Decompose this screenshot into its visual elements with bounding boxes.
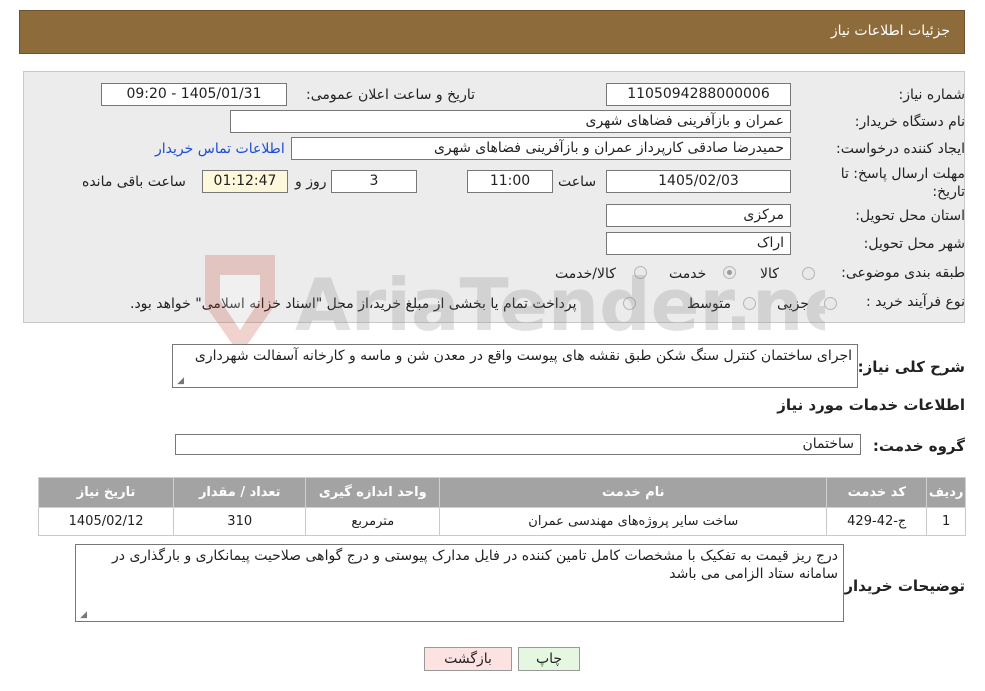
province-field[interactable]: مرکزی: [606, 204, 791, 227]
category-option-goods-label: کالا: [760, 266, 779, 282]
page-title: جزئیات اطلاعات نیاز: [830, 23, 950, 39]
print-button[interactable]: چاپ: [518, 647, 580, 671]
category-option-service-label: خدمت: [669, 266, 707, 282]
col-header-service-name: نام خدمت: [439, 477, 828, 508]
cell-service-name: ساخت سایر پروژه‌های مهندسی عمران: [439, 507, 828, 536]
category-option-goods-radio[interactable]: [802, 267, 815, 280]
remaining-time-label: ساعت باقی مانده: [82, 174, 186, 190]
col-header-unit: واحد اندازه گیری: [305, 477, 441, 508]
purchase-option-small-label: جزیی: [777, 296, 809, 312]
col-header-row-number: ردیف: [926, 477, 966, 508]
purchase-option-small-radio[interactable]: [824, 297, 837, 310]
back-button[interactable]: بازگشت: [424, 647, 512, 671]
services-table: ردیف کد خدمت نام خدمت واحد اندازه گیری ت…: [37, 477, 966, 536]
creator-label: ایجاد کننده درخواست:: [836, 141, 965, 157]
cell-quantity: 310: [173, 507, 307, 536]
city-field[interactable]: اراک: [606, 232, 791, 255]
category-option-both-label: کالا/خدمت: [555, 266, 616, 282]
buyer-notes-text: درج ریز قیمت به تفکیک با مشخصات کامل تام…: [112, 548, 838, 582]
purchase-note: پرداخت تمام یا بخشی از مبلغ خرید،از محل …: [130, 296, 577, 312]
col-header-need-date: تاریخ نیاز: [37, 477, 175, 508]
category-label: طبقه بندی موضوعی:: [841, 265, 965, 281]
summary-textarea[interactable]: اجرای ساختمان کنترل سنگ شکن طبق نقشه های…: [172, 344, 858, 388]
cell-need-date: 1405/02/12: [37, 507, 175, 536]
buyer-notes-textarea[interactable]: درج ریز قیمت به تفکیک با مشخصات کامل تام…: [75, 544, 844, 622]
service-group-field[interactable]: ساختمان: [175, 434, 861, 455]
days-label: روز و: [295, 174, 327, 190]
page-header: جزئیات اطلاعات نیاز: [19, 10, 965, 54]
cell-service-code: ج-42-429: [826, 507, 928, 536]
category-option-service-radio[interactable]: [723, 266, 736, 279]
purchase-type-label: نوع فرآیند خرید :: [866, 294, 965, 310]
col-header-quantity: تعداد / مقدار: [173, 477, 307, 508]
resize-handle-icon[interactable]: ◢: [175, 377, 184, 386]
days-field[interactable]: 3: [331, 170, 417, 193]
resize-handle-icon[interactable]: ◢: [78, 611, 87, 620]
need-number-label: شماره نیاز:: [898, 87, 966, 103]
buyer-notes-label: توضیحات خریدار:: [838, 577, 965, 595]
table-row[interactable]: 1 ج-42-429 ساخت سایر پروژه‌های مهندسی عم…: [37, 507, 966, 536]
deadline-time-field[interactable]: 11:00: [467, 170, 553, 193]
cell-row-number: 1: [926, 507, 966, 536]
cell-unit: مترمربع: [305, 507, 441, 536]
purchase-option-medium-radio[interactable]: [743, 297, 756, 310]
col-header-service-code: کد خدمت: [826, 477, 928, 508]
province-label: استان محل تحویل:: [855, 208, 965, 224]
purchase-option-medium-label: متوسط: [687, 296, 731, 312]
creator-field[interactable]: حمیدرضا صادقی کارپرداز عمران و بازآفرینی…: [291, 137, 791, 160]
services-section-title: اطلاعات خدمات مورد نیاز: [777, 396, 965, 414]
buyer-contact-link[interactable]: اطلاعات تماس خریدار: [155, 141, 285, 157]
summary-text: اجرای ساختمان کنترل سنگ شکن طبق نقشه های…: [194, 348, 852, 364]
remaining-time-field[interactable]: 01:12:47: [202, 170, 288, 193]
city-label: شهر محل تحویل:: [863, 236, 965, 252]
services-table-header: ردیف کد خدمت نام خدمت واحد اندازه گیری ت…: [37, 477, 966, 508]
buyer-org-field[interactable]: عمران و بازآفرینی فضاهای شهری: [230, 110, 791, 133]
buyer-org-label: نام دستگاه خریدار:: [854, 114, 965, 130]
summary-label: شرح کلی نیاز:: [857, 358, 965, 376]
deadline-time-label: ساعت: [558, 174, 597, 190]
deadline-label: مهلت ارسال پاسخ: تا تاریخ:: [840, 166, 965, 200]
announce-datetime-field[interactable]: 1405/01/31 - 09:20: [101, 83, 287, 106]
category-option-both-radio[interactable]: [634, 266, 647, 279]
announce-datetime-label: تاریخ و ساعت اعلان عمومی:: [306, 87, 475, 103]
deadline-date-field[interactable]: 1405/02/03: [606, 170, 791, 193]
service-group-label: گروه خدمت:: [872, 437, 965, 455]
need-number-field[interactable]: 1105094288000006: [606, 83, 791, 106]
purchase-note-checkbox[interactable]: [623, 297, 636, 310]
